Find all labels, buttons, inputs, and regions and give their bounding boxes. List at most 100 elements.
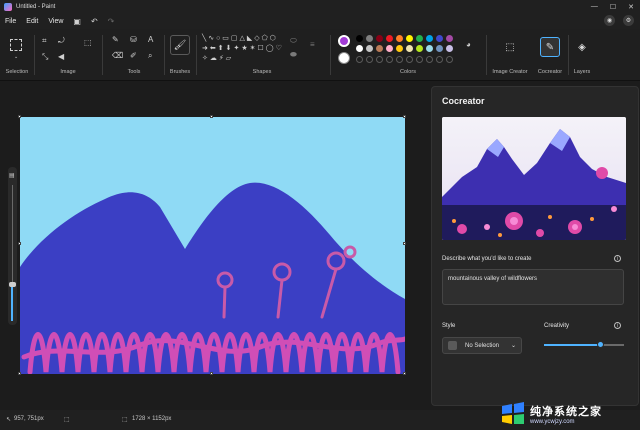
color-swatch[interactable] (366, 35, 373, 42)
describe-label: Describe what you'd like to create (442, 256, 532, 262)
color-picker-icon[interactable]: ✐ (130, 52, 137, 60)
brush-icon[interactable]: 🖌 (170, 35, 190, 55)
resize-handle-br[interactable] (403, 372, 406, 375)
pencil-icon[interactable]: ✎ (112, 36, 119, 44)
magnifier-icon[interactable]: ⌕ (148, 52, 152, 60)
rotate-icon[interactable]: ⤾ (58, 37, 65, 45)
canvas-workspace: ▤ (0, 82, 430, 410)
custom-color-slot[interactable] (426, 56, 433, 63)
edit-colors-icon[interactable]: ◕ (466, 41, 471, 49)
shapes-row2-icons[interactable]: ➜⬅⬆⬇✦★✶☐◯♡ (202, 45, 284, 52)
custom-color-slot[interactable] (416, 56, 423, 63)
cocreator-title: Cocreator (442, 96, 485, 106)
zoom-slider-knob[interactable] (9, 282, 16, 287)
custom-color-slot[interactable] (356, 56, 363, 63)
cocreator-icon[interactable]: ✎ (540, 37, 560, 57)
color-swatch[interactable] (406, 45, 413, 52)
image-group: ⌗ ⤾ ⬚ ⤡ ◀ Image (36, 29, 100, 81)
custom-color-slot[interactable] (396, 56, 403, 63)
color-swatch[interactable] (406, 35, 413, 42)
secondary-color-swatch[interactable] (338, 52, 350, 64)
color-swatch[interactable] (446, 35, 453, 42)
color-swatch[interactable] (356, 35, 363, 42)
custom-color-slot[interactable] (366, 56, 373, 63)
menu-bar: File Edit View ▣ ↶ ↷ ◉ ⚙ (0, 13, 640, 29)
tools-label: Tools (127, 69, 141, 75)
shape-fill-icon[interactable]: ⬬ (290, 51, 297, 59)
creativity-slider[interactable] (544, 341, 624, 348)
minimize-icon[interactable]: — (591, 3, 598, 10)
color-swatch[interactable] (426, 45, 433, 52)
cocreator-panel: Cocreator Describe what you'd like to cr… (431, 86, 639, 406)
menu-edit[interactable]: Edit (21, 18, 43, 25)
background-removal-icon[interactable]: ⬚ (84, 39, 92, 47)
image-creator-icon[interactable]: ⬚ (500, 37, 520, 57)
generated-image-preview[interactable] (442, 117, 626, 240)
color-swatch[interactable] (436, 35, 443, 42)
resize-handle-left[interactable] (18, 242, 21, 245)
canvas-drawing (20, 117, 405, 374)
shapes-row1-icons[interactable]: ╲∿○▭▢△◣◇⬠⬡ (202, 35, 278, 42)
crop-icon[interactable]: ⌗ (42, 37, 47, 45)
redo-icon[interactable]: ↷ (103, 17, 120, 26)
color-swatch[interactable] (416, 45, 423, 52)
color-swatch[interactable] (366, 45, 373, 52)
custom-color-slot[interactable] (376, 56, 383, 63)
cocreator-label: Cocreator (537, 69, 563, 75)
color-swatch[interactable] (426, 35, 433, 42)
color-swatch[interactable] (356, 45, 363, 52)
text-tool-icon[interactable]: A (148, 36, 153, 44)
cursor-icon: ↖ (6, 417, 12, 423)
resize-icon[interactable]: ⤡ (42, 53, 48, 61)
image-creator-label: Image Creator (492, 69, 528, 75)
settings-gear-icon[interactable]: ⚙ (623, 15, 634, 26)
resize-handle-bl[interactable] (18, 372, 21, 375)
drawing-canvas[interactable] (20, 117, 405, 374)
color-swatch[interactable] (396, 45, 403, 52)
menu-view[interactable]: View (43, 18, 68, 25)
generated-image (442, 117, 626, 240)
share-icon[interactable]: ◉ (604, 15, 615, 26)
select-dropdown-icon[interactable]: ⌄ (14, 55, 18, 60)
resize-handle-tr[interactable] (403, 115, 406, 118)
save-icon[interactable]: ▣ (68, 17, 86, 26)
layers-icon[interactable]: ◈ (572, 37, 592, 57)
creativity-slider-knob[interactable] (596, 341, 604, 348)
resize-handle-right[interactable] (403, 242, 406, 245)
resize-handle-bottom[interactable] (210, 372, 213, 375)
color-swatch[interactable] (376, 35, 383, 42)
resize-handle-top[interactable] (210, 115, 213, 118)
color-swatch[interactable] (386, 35, 393, 42)
custom-color-slot[interactable] (406, 56, 413, 63)
style-dropdown[interactable]: No Selection ⌄ (442, 337, 522, 354)
undo-icon[interactable]: ↶ (86, 17, 103, 26)
menu-file[interactable]: File (0, 18, 21, 25)
color-swatch[interactable] (446, 45, 453, 52)
shape-outline-icon[interactable]: ⬭ (290, 37, 297, 45)
custom-color-slot[interactable] (436, 56, 443, 63)
color-swatch[interactable] (436, 45, 443, 52)
select-rectangle-icon[interactable] (10, 39, 22, 51)
eraser-icon[interactable]: ⌫ (112, 52, 123, 60)
resize-handle-tl[interactable] (18, 115, 21, 118)
shapes-row3-icons[interactable]: ✧☁⚡▱ (202, 55, 233, 62)
color-swatch[interactable] (396, 35, 403, 42)
fill-bucket-icon[interactable]: ⛁ (130, 36, 137, 44)
maximize-icon[interactable]: ☐ (610, 3, 616, 11)
custom-color-slot[interactable] (386, 56, 393, 63)
flip-icon[interactable]: ◀ (58, 53, 64, 61)
primary-color-swatch[interactable] (338, 35, 350, 47)
tools-group: ✎ ⛁ A ⌫ ✐ ⌕ Tools (106, 29, 162, 81)
color-swatch[interactable] (376, 45, 383, 52)
custom-color-slot[interactable] (446, 56, 453, 63)
color-swatch[interactable] (386, 45, 393, 52)
zoom-slider[interactable]: ▤ (8, 167, 17, 325)
creativity-info-icon[interactable]: i (614, 322, 621, 329)
info-icon[interactable]: i (614, 255, 621, 262)
color-swatch[interactable] (416, 35, 423, 42)
selection-label: Selection (5, 69, 29, 75)
close-icon[interactable]: ✕ (628, 3, 634, 11)
prompt-input[interactable]: mountainous valley of wildflowers (442, 269, 624, 305)
canvas-size-icon: ⬚ (122, 417, 128, 423)
shape-size-icon[interactable]: ≡ (310, 41, 315, 49)
